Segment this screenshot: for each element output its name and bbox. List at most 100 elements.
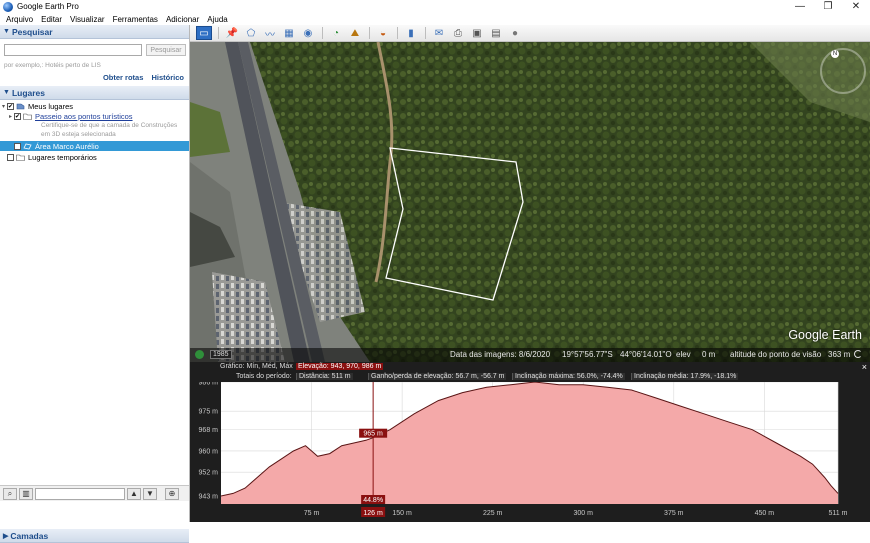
timeline-globe-icon[interactable] [195,350,204,359]
eye-altitude-label: altitude do ponto de visão [730,350,822,359]
record-tour-icon[interactable]: ◉ [300,26,316,40]
sidebar-toggle-icon[interactable]: ▭ [196,26,212,40]
ruler-icon[interactable]: ▮ [403,26,419,40]
menu-adicionar[interactable]: Adicionar [166,15,199,24]
places-bottom-bar: ⌕ ▥ ▲ ▼ ⊕ [0,485,189,501]
tree-note-line: Certifique-se de que a camada de Constru… [41,122,178,129]
checkbox[interactable] [7,153,14,161]
places-panel-header[interactable]: ▼ Lugares [0,86,189,100]
checkbox[interactable]: ✔ [14,112,21,120]
planets-icon[interactable]: ◒ [375,26,391,40]
navigation-compass[interactable]: N [820,48,866,94]
map-view[interactable]: N Google Earth 1985 Data das imagens: 8/… [190,42,870,362]
latitude: 19°57'56.77"S [562,350,613,359]
tree-item-my-places[interactable]: ▾ ✔ Meus lugares [0,101,189,111]
elevation-value: 0 m [702,350,716,359]
google-earth-logo: Google Earth [788,328,862,342]
save-image-icon[interactable]: ▣ [469,26,485,40]
tree-label: Lugares temporários [28,152,97,162]
folder-icon [16,154,25,161]
collapse-arrow-icon: ▼ [3,28,10,35]
checkbox[interactable]: ✔ [14,142,21,150]
close-button[interactable]: ✕ [844,0,868,13]
search-links: Obter rotas Histórico [97,73,184,82]
earth-icon[interactable]: ● [507,26,523,40]
elevation-totals-line: Totais do período: Distância: 511 m Ganh… [190,373,870,382]
move-down-button[interactable]: ▼ [143,487,157,500]
places-filter-input[interactable] [35,487,125,500]
elevation-profile-panel: Gráfico: Mín, Méd, Máx Elevação: 943, 97… [190,362,870,522]
maps-icon[interactable]: ▤ [488,26,504,40]
elevation-summary-line: Gráfico: Mín, Méd, Máx Elevação: 943, 97… [190,363,870,372]
places-panel-title: Lugares [11,87,46,98]
x-tick-label: 450 m [755,510,775,517]
menu-ferramentas[interactable]: Ferramentas [113,15,158,24]
historical-year-badge[interactable]: 1985 [210,350,232,359]
distance: Distância: 511 m [296,373,353,380]
x-tick-label: 511 m [829,510,848,517]
placemark-icon[interactable]: 📌 [224,26,240,40]
north-indicator-icon[interactable]: N [831,50,839,58]
view-toggle-button[interactable]: ▥ [19,487,33,500]
historical-imagery-icon[interactable]: ◔ [328,26,344,40]
tree-label: Área Marco Aurélio [35,141,99,151]
toolbar-separator [369,27,370,39]
x-tick-label: 300 m [573,510,593,517]
cursor-slope-label: 44.8% [363,497,383,504]
email-icon[interactable]: ✉ [431,26,447,40]
google-earth-app-icon [3,1,13,12]
longitude: 44°06'14.01"O [620,350,672,359]
get-directions-link[interactable]: Obter rotas [103,73,143,82]
polygon-icon[interactable]: ⬠ [243,26,259,40]
expand-arrow-icon[interactable]: ▸ [7,113,14,120]
eye-altitude-value: 363 m [828,350,851,359]
toolbar-separator [425,27,426,39]
x-axis-ticks: 75 m 150 m 225 m 300 m 375 m 450 m 511 m [304,510,848,517]
expand-arrow-icon[interactable]: ▾ [0,103,7,110]
maximize-button[interactable]: ❐ [816,0,840,13]
tree-item-area-marco-aurelio[interactable]: ✔ Área Marco Aurélio [0,141,189,151]
average-slope: Inclinação média: 17.9%, -18.1% [631,373,739,380]
checkbox[interactable]: ✔ [7,102,14,110]
x-tick-label: 150 m [392,510,412,517]
menu-arquivo[interactable]: Arquivo [6,15,33,24]
window-title: Google Earth Pro [17,2,79,11]
minimize-button[interactable]: — [788,0,812,13]
loading-indicator-icon [854,350,862,358]
search-input[interactable] [4,44,142,56]
move-up-button[interactable]: ▲ [127,487,141,500]
y-axis-ticks: 986 m 975 m 968 m 960 m 952 m 943 m [199,382,219,501]
print-icon[interactable]: ⎙ [450,26,466,40]
toolbar-separator [218,27,219,39]
search-places-button[interactable]: ⌕ [3,487,17,500]
x-tick-label: 225 m [483,510,503,517]
close-elevation-profile-button[interactable]: × [862,362,867,372]
y-tick-label: 943 m [199,494,219,501]
collapse-arrow-icon: ▼ [3,89,10,96]
search-panel-header[interactable]: ▼ Pesquisar [0,25,189,39]
y-tick-label: 960 m [199,448,219,455]
layers-panel-header[interactable]: ▶ Camadas [0,529,189,543]
tree-link-label[interactable]: Passeio aos pontos turísticos [35,112,133,121]
x-tick-label: 75 m [304,510,320,517]
path-icon[interactable]: 〰 [262,26,278,41]
sunlight-icon[interactable]: ⛰ [347,26,363,40]
history-link[interactable]: Histórico [151,73,184,82]
satellite-imagery [190,42,870,362]
menu-visualizar[interactable]: Visualizar [70,15,105,24]
elevation-gain-loss: Ganho/perda de elevação: 56.7 m, -56.7 m [368,373,507,380]
tree-item-sightseeing-tour[interactable]: ▸ ✔ Passeio aos pontos turísticos [0,111,189,121]
my-places-icon [16,103,25,109]
search-button[interactable]: Pesquisar [146,44,186,56]
sidebar: ▼ Pesquisar Pesquisar por exemplo,: Hoté… [0,25,190,543]
overlay-icon[interactable]: ▦ [281,26,297,40]
menu-ajuda[interactable]: Ajuda [207,15,227,24]
menu-editar[interactable]: Editar [41,15,62,24]
tree-item-temporary-places[interactable]: Lugares temporários [0,152,189,162]
menu-bar: Arquivo Editar Visualizar Ferramentas Ad… [0,13,870,25]
tree-note-line: em 3D esteja selecionada [41,131,116,138]
layers-panel-title: Camadas [10,530,49,541]
y-tick-label: 952 m [199,470,219,477]
play-tour-button[interactable]: ⊕ [165,487,179,500]
elevation-chart[interactable]: 986 m 975 m 968 m 960 m 952 m 943 m 75 m 150 m… [190,382,870,522]
